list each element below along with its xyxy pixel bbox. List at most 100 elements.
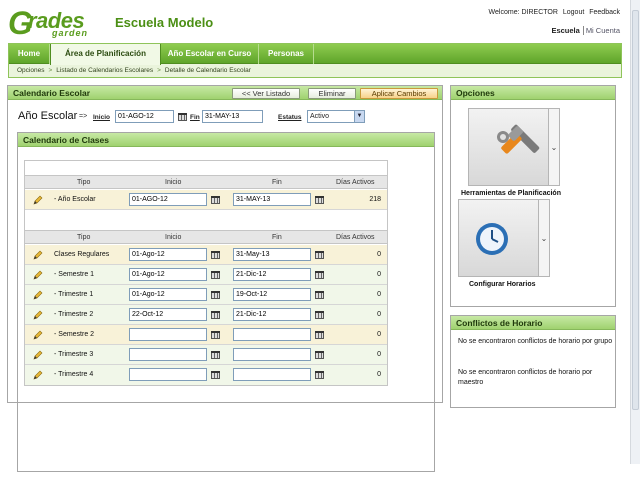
- start-date-input[interactable]: 01-AGO-12: [115, 110, 174, 123]
- breadcrumb-opciones[interactable]: Opciones: [17, 67, 44, 74]
- table-row: - Trimestre 1 01-Ago-12 19-Oct-12 0: [25, 285, 387, 305]
- calendar-icon[interactable]: [315, 196, 324, 204]
- scrollbar-thumb[interactable]: [632, 10, 639, 410]
- my-account-link[interactable]: Mi Cuenta: [584, 26, 620, 35]
- col-dias-activos: Días Activos: [336, 179, 375, 186]
- row-end-input[interactable]: 31-May-13: [233, 248, 311, 261]
- back-to-list-button[interactable]: << Ver Listado: [232, 88, 300, 99]
- delete-button[interactable]: Eliminar: [308, 88, 356, 99]
- feedback-link[interactable]: Feedback: [589, 9, 620, 16]
- col-tipo: Tipo: [77, 234, 91, 241]
- row-end-input[interactable]: 19-Oct-12: [233, 288, 311, 301]
- status-select[interactable]: Activo ▼: [307, 110, 365, 123]
- pencil-icon[interactable]: [33, 310, 43, 320]
- row-days: 0: [377, 351, 381, 358]
- table-row: - Semestre 1 01-Ago-12 21-Dic-12 0: [25, 265, 387, 285]
- arrow-text: =>: [79, 113, 88, 120]
- pencil-icon[interactable]: [33, 350, 43, 360]
- configure-schedules-tile[interactable]: [458, 199, 548, 277]
- row-start-input[interactable]: [129, 328, 207, 341]
- main-navigation: Home Área de Planificación Año Escolar e…: [8, 43, 622, 78]
- calendar-icon[interactable]: [315, 331, 324, 339]
- table-row: - Trimestre 2 22-Oct-12 21-Dic-12 0: [25, 305, 387, 325]
- teacher-conflicts-message: No se encontraron conflictos de horario …: [458, 369, 593, 386]
- end-date-input[interactable]: 31-MAY-13: [202, 110, 263, 123]
- end-label: Fin: [190, 114, 200, 121]
- pencil-icon[interactable]: [33, 290, 43, 300]
- row-type: - Trimestre 2: [54, 311, 94, 318]
- group-conflicts-message: No se encontraron conflictos de horario …: [458, 338, 613, 345]
- calendar-icon[interactable]: [211, 311, 220, 319]
- tab-area-planificacion[interactable]: Área de Planificación: [50, 44, 161, 65]
- row-end-input[interactable]: [233, 328, 311, 341]
- calendar-icon[interactable]: [315, 351, 324, 359]
- calendar-icon[interactable]: [211, 271, 220, 279]
- school-name: Escuela Modelo: [115, 15, 214, 30]
- calendar-icon[interactable]: [315, 291, 324, 299]
- col-dias-activos: Días Activos: [336, 234, 375, 241]
- chevron-down-icon[interactable]: ⌄: [538, 199, 550, 277]
- calendar-icon[interactable]: [211, 196, 220, 204]
- class-calendar-title: Calendario de Clases: [18, 133, 434, 147]
- calendar-icon[interactable]: [211, 291, 220, 299]
- col-inicio: Inicio: [165, 179, 182, 186]
- start-label: Inicio: [93, 114, 110, 121]
- calendar-icon[interactable]: [211, 351, 220, 359]
- apply-changes-button[interactable]: Aplicar Cambios: [360, 88, 438, 99]
- row-start-input[interactable]: 22-Oct-12: [129, 308, 207, 321]
- school-year-label: Año Escolar: [18, 110, 78, 122]
- calendar-icon[interactable]: [315, 311, 324, 319]
- table-row: - Semestre 2 0: [25, 325, 387, 345]
- calendar-icon[interactable]: [315, 251, 324, 259]
- table-row: - Trimestre 4 0: [25, 365, 387, 385]
- row-days: 0: [377, 271, 381, 278]
- row-start-input[interactable]: 01-AGO-12: [129, 193, 207, 206]
- row-start-input[interactable]: 01-Ago-12: [129, 268, 207, 281]
- calendar-icon[interactable]: [211, 331, 220, 339]
- conflicts-panel: Conflictos de Horario No se encontraron …: [450, 315, 616, 408]
- vertical-scrollbar[interactable]: [630, 0, 640, 464]
- tab-home[interactable]: Home: [9, 44, 50, 64]
- breadcrumb-listado[interactable]: Listado de Calendarios Escolares: [56, 67, 153, 74]
- row-end-input[interactable]: 31-MAY-13: [233, 193, 311, 206]
- row-start-input[interactable]: 01-Ago-12: [129, 248, 207, 261]
- pencil-icon[interactable]: [33, 330, 43, 340]
- breadcrumb-separator: >: [48, 67, 53, 74]
- class-calendar-panel: Calendario de Clases Tipo Inicio Fin Día…: [17, 132, 435, 472]
- pencil-icon[interactable]: [33, 250, 43, 260]
- row-type: - Semestre 2: [54, 331, 95, 338]
- row-start-input[interactable]: [129, 348, 207, 361]
- row-start-input[interactable]: [129, 368, 207, 381]
- table-header: Tipo Inicio Fin Días Activos: [25, 175, 387, 189]
- school-link[interactable]: Escuela: [551, 26, 584, 35]
- row-end-input[interactable]: [233, 368, 311, 381]
- row-end-input[interactable]: 21-Dic-12: [233, 308, 311, 321]
- row-end-input[interactable]: 21-Dic-12: [233, 268, 311, 281]
- tab-personas[interactable]: Personas: [259, 44, 314, 64]
- pencil-icon[interactable]: [33, 370, 43, 380]
- logout-link[interactable]: Logout: [563, 9, 584, 16]
- chevron-down-icon[interactable]: ⌄: [548, 108, 560, 186]
- chevron-down-icon[interactable]: ▼: [354, 111, 364, 122]
- class-calendar-table: Tipo Inicio Fin Días Activos - Año Escol…: [24, 160, 388, 386]
- pencil-icon[interactable]: [33, 195, 43, 205]
- calendar-icon[interactable]: [211, 251, 220, 259]
- calendar-icon[interactable]: [315, 371, 324, 379]
- row-days: 0: [377, 311, 381, 318]
- planning-tools-label[interactable]: Herramientas de Planificación: [461, 190, 561, 197]
- pencil-icon[interactable]: [33, 270, 43, 280]
- row-start-input[interactable]: 01-Ago-12: [129, 288, 207, 301]
- calendar-icon[interactable]: [178, 113, 187, 121]
- tab-ano-escolar-en-curso[interactable]: Año Escolar en Curso: [161, 44, 259, 64]
- welcome-text: Welcome: DIRECTOR: [488, 9, 558, 16]
- row-end-input[interactable]: [233, 348, 311, 361]
- tab-bar: Home Área de Planificación Año Escolar e…: [9, 44, 621, 65]
- configure-schedules-label[interactable]: Configurar Horarios: [469, 281, 536, 288]
- row-type: - Año Escolar: [54, 196, 96, 203]
- page: G rades garden Escuela Modelo Welcome: D…: [0, 0, 640, 480]
- calendar-icon[interactable]: [211, 371, 220, 379]
- grades-garden-logo[interactable]: G rades garden: [8, 5, 104, 41]
- calendar-icon[interactable]: [315, 271, 324, 279]
- planning-tools-tile[interactable]: [468, 108, 558, 186]
- row-type: - Trimestre 4: [54, 371, 94, 378]
